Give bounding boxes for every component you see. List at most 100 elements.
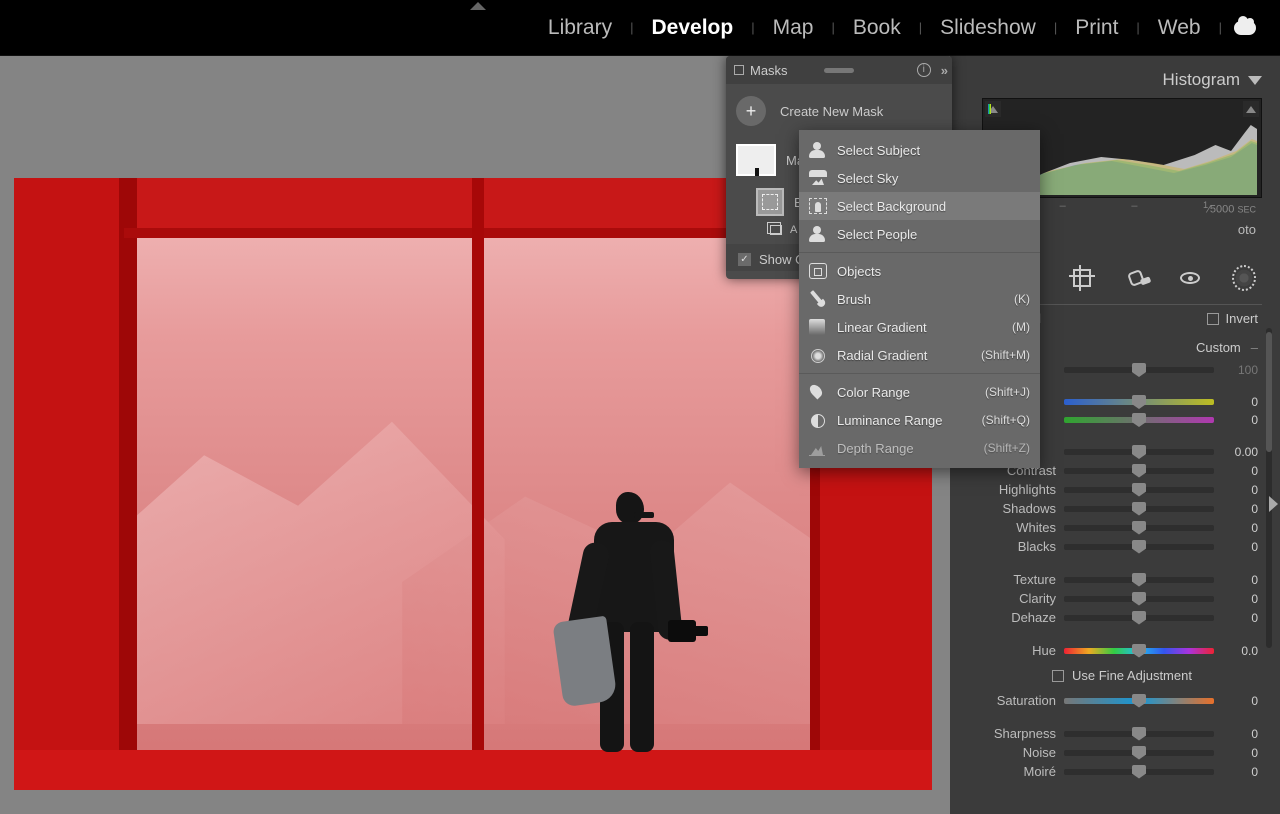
- masking-tool[interactable]: [1232, 266, 1256, 290]
- menu-item-label: Select Background: [837, 199, 946, 214]
- blacks-slider[interactable]: Blacks0: [986, 539, 1258, 554]
- noise-slider[interactable]: Noise0: [986, 745, 1258, 760]
- nav-library[interactable]: Library: [534, 16, 626, 40]
- menu-item-brush[interactable]: Brush(K): [799, 285, 1040, 313]
- slider-value[interactable]: 0: [1222, 464, 1258, 478]
- saturation-slider[interactable]: Saturation 0: [986, 693, 1258, 708]
- texture-slider[interactable]: Texture0: [986, 572, 1258, 587]
- slider-track[interactable]: [1064, 698, 1214, 704]
- menu-item-select-people[interactable]: Select People: [799, 220, 1040, 248]
- checkbox-icon[interactable]: [1207, 313, 1219, 325]
- slider-value[interactable]: 0: [1222, 611, 1258, 625]
- slider-track[interactable]: [1064, 596, 1214, 602]
- slider-value[interactable]: 0: [1222, 694, 1258, 708]
- rad-icon: [809, 347, 827, 363]
- histogram-title: Histogram: [1163, 70, 1240, 90]
- nav-slideshow[interactable]: Slideshow: [926, 16, 1050, 40]
- info-icon[interactable]: i: [917, 63, 931, 77]
- mask-type-menu: Select SubjectSelect Sky Select Backgroun…: [799, 130, 1040, 468]
- plus-icon[interactable]: +: [736, 96, 766, 126]
- checkbox-icon[interactable]: ✓: [738, 253, 751, 266]
- slider-value[interactable]: 0: [1222, 413, 1258, 427]
- dehaze-slider[interactable]: Dehaze0: [986, 610, 1258, 625]
- expand-right-icon[interactable]: [1269, 496, 1278, 512]
- slider-track[interactable]: [1064, 769, 1214, 775]
- slider-value[interactable]: 0: [1222, 727, 1258, 741]
- visibility-icon[interactable]: [734, 65, 744, 75]
- nav-book[interactable]: Book: [839, 16, 915, 40]
- slider-track[interactable]: [1064, 506, 1214, 512]
- shortcut-label: (Shift+J): [985, 385, 1030, 399]
- slider-track[interactable]: [1064, 750, 1214, 756]
- masks-panel-header[interactable]: Masks i »: [726, 56, 952, 84]
- cloud-sync-icon[interactable]: [1234, 21, 1256, 35]
- obj-icon: [809, 263, 827, 279]
- menu-item-select-subject[interactable]: Select Subject: [799, 136, 1040, 164]
- nav-map[interactable]: Map: [759, 16, 828, 40]
- slider-label: Saturation: [986, 693, 1056, 708]
- clarity-slider[interactable]: Clarity0: [986, 591, 1258, 606]
- slider-value[interactable]: 0: [1222, 573, 1258, 587]
- redeye-tool[interactable]: [1178, 266, 1202, 290]
- moiré-slider[interactable]: Moiré0: [986, 764, 1258, 779]
- amount-custom-label[interactable]: Custom: [1196, 340, 1241, 355]
- menu-item-linear-gradient[interactable]: Linear Gradient(M): [799, 313, 1040, 341]
- photo-person-silhouette: [574, 492, 674, 752]
- menu-item-objects[interactable]: Objects: [799, 257, 1040, 285]
- lin-icon: [809, 319, 827, 335]
- people-icon: [809, 226, 827, 242]
- menu-item-color-range[interactable]: Color Range(Shift+J): [799, 378, 1040, 406]
- slider-value[interactable]: 0.0: [1222, 644, 1258, 658]
- menu-item-luminance-range[interactable]: Luminance Range(Shift+Q): [799, 406, 1040, 434]
- shortcut-label: (Shift+Q): [982, 413, 1030, 427]
- slider-track[interactable]: [1064, 487, 1214, 493]
- nav-print[interactable]: Print: [1061, 16, 1132, 40]
- checkbox-icon[interactable]: [1052, 670, 1064, 682]
- slider-track[interactable]: [1064, 648, 1214, 654]
- slider-label: Highlights: [986, 482, 1056, 497]
- collapse-icon[interactable]: »: [941, 63, 944, 78]
- slider-track[interactable]: [1064, 525, 1214, 531]
- slider-track[interactable]: [1064, 615, 1214, 621]
- sharpness-slider[interactable]: Sharpness0: [986, 726, 1258, 741]
- whites-slider[interactable]: Whites0: [986, 520, 1258, 535]
- shadows-slider[interactable]: Shadows0: [986, 501, 1258, 516]
- slider-value[interactable]: 0: [1222, 395, 1258, 409]
- slider-value[interactable]: 0: [1222, 592, 1258, 606]
- slider-track[interactable]: [1064, 399, 1214, 405]
- slider-value[interactable]: 0: [1222, 746, 1258, 760]
- mask-thumbnail[interactable]: [736, 144, 776, 176]
- fine-adjustment-toggle[interactable]: Use Fine Adjustment: [986, 662, 1258, 689]
- slider-value[interactable]: 0: [1222, 765, 1258, 779]
- nav-develop[interactable]: Develop: [637, 16, 747, 40]
- slider-track[interactable]: [1064, 577, 1214, 583]
- brush-icon: [806, 287, 830, 311]
- crop-tool[interactable]: [1070, 266, 1094, 290]
- slider-value[interactable]: 0: [1222, 521, 1258, 535]
- slider-track[interactable]: [1064, 468, 1214, 474]
- highlights-slider[interactable]: Highlights 0: [986, 482, 1258, 497]
- module-nav: Library| Develop| Map| Book| Slideshow| …: [0, 0, 1280, 56]
- slider-value[interactable]: 0: [1222, 483, 1258, 497]
- nav-web[interactable]: Web: [1144, 16, 1215, 40]
- slider-track[interactable]: [1064, 731, 1214, 737]
- drag-handle-icon[interactable]: [824, 68, 854, 73]
- slider-track[interactable]: [1064, 449, 1214, 455]
- invert-toggle[interactable]: Invert: [1207, 311, 1258, 326]
- slider-value[interactable]: 0: [1222, 540, 1258, 554]
- heal-tool[interactable]: [1124, 266, 1148, 290]
- component-thumbnail[interactable]: [756, 188, 784, 216]
- tool-strip: [1070, 266, 1256, 290]
- collapse-icon[interactable]: [1248, 76, 1262, 85]
- slider-track[interactable]: [1064, 544, 1214, 550]
- menu-item-select-sky[interactable]: Select Sky: [799, 164, 1040, 192]
- slider-value[interactable]: 0.00: [1222, 445, 1258, 459]
- menu-item-select-background[interactable]: Select Background: [799, 192, 1040, 220]
- duplicate-icon[interactable]: [770, 225, 782, 235]
- slider-track[interactable]: [1064, 417, 1214, 423]
- slider-value[interactable]: 0: [1222, 502, 1258, 516]
- menu-item-label: Radial Gradient: [837, 348, 927, 363]
- menu-item-radial-gradient[interactable]: Radial Gradient(Shift+M): [799, 341, 1040, 369]
- panel-scrollbar[interactable]: [1266, 328, 1272, 648]
- hue-slider[interactable]: Hue0.0: [986, 643, 1258, 658]
